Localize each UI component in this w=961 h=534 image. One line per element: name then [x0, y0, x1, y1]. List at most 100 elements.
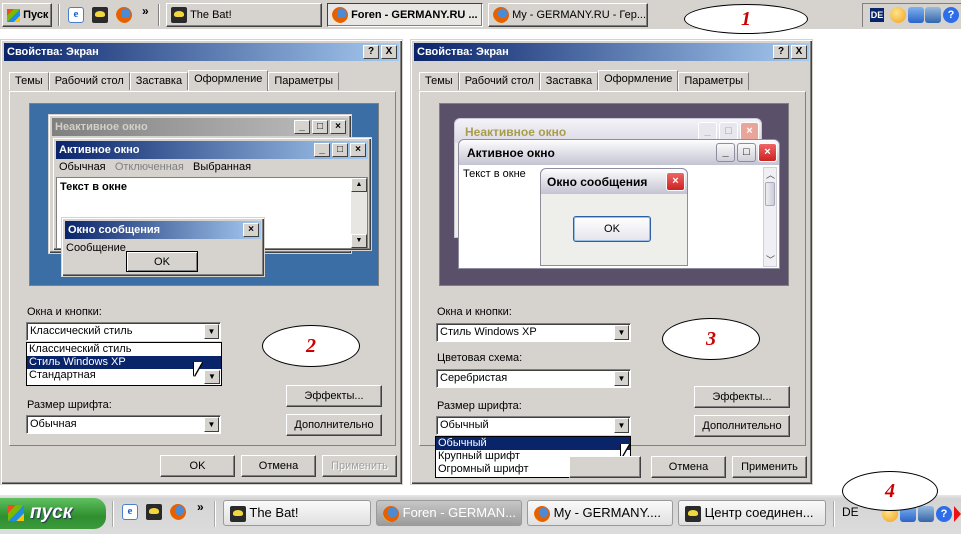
help-icon[interactable]: ?	[936, 506, 952, 522]
chevron-down-icon[interactable]: ▼	[614, 418, 629, 433]
chevron-down-icon[interactable]: ▼	[204, 370, 220, 384]
apply-button[interactable]: Применить	[732, 456, 807, 478]
task-button-connection-center[interactable]: Центр соединен...	[678, 500, 826, 526]
tab-settings[interactable]: Параметры	[268, 72, 339, 90]
help-button[interactable]: ?	[363, 45, 379, 59]
windows-buttons-dropdown[interactable]: Классический стиль Стиль Windows XP Стан…	[26, 342, 222, 386]
tab-screensaver[interactable]: Заставка	[539, 72, 599, 90]
network-icon-2[interactable]	[925, 7, 941, 23]
windows-buttons-label: Окна и кнопки:	[27, 306, 102, 318]
windows-logo-icon	[8, 505, 24, 521]
cancel-button[interactable]: Отмена	[241, 455, 316, 477]
bat-icon[interactable]	[146, 504, 162, 520]
advanced-button[interactable]: Дополнительно	[694, 415, 790, 437]
font-size-select[interactable]: Обычная ▼	[26, 415, 221, 434]
scroll-down-icon: ﹀	[766, 255, 776, 265]
language-indicator[interactable]: DE	[870, 8, 884, 22]
close-icon: ×	[666, 172, 685, 191]
task-button-my-germany[interactable]: My - GERMANY.RU - Гер...	[488, 3, 648, 27]
tab-strip: Темы Рабочий стол Заставка Оформление Параме…	[9, 70, 339, 91]
quicklaunch-divider	[58, 4, 60, 26]
top-taskbar: Пуск e » The Bat! Foren - GERMANY.RU ...…	[0, 0, 961, 30]
callout-2: 2	[262, 325, 360, 367]
close-button[interactable]: X	[381, 45, 397, 59]
preview-message-box: Окно сообщения × Сообщение OK	[61, 217, 265, 277]
close-button[interactable]: X	[791, 45, 807, 59]
tab-themes[interactable]: Темы	[9, 72, 49, 90]
tab-appearance[interactable]: Оформление	[188, 70, 269, 91]
mouse-cursor-icon	[194, 362, 202, 376]
close-icon: ×	[758, 143, 777, 162]
windows-buttons-select[interactable]: Стиль Windows XP ▼	[436, 323, 631, 342]
ok-button-partial[interactable]	[569, 456, 641, 478]
windows-logo-icon	[7, 8, 20, 22]
task-button-foren[interactable]: Foren - GERMAN...	[376, 500, 522, 526]
windows-buttons-label: Окна и кнопки:	[437, 306, 512, 318]
chevron-down-icon[interactable]: ▼	[204, 417, 219, 432]
color-scheme-select[interactable]: Серебристая ▼	[436, 369, 631, 388]
cancel-button[interactable]: Отмена	[651, 456, 726, 478]
effects-button[interactable]: Эффекты...	[286, 385, 382, 407]
font-size-select[interactable]: Обычный ▼	[436, 416, 631, 435]
ok-button[interactable]: OK	[160, 455, 235, 477]
language-indicator[interactable]: DE	[842, 505, 859, 519]
dropdown-option[interactable]: Стандартная	[27, 369, 221, 382]
dialog-title-bar: Свойства: Экран ? X	[414, 43, 809, 61]
firefox-icon[interactable]	[170, 504, 186, 520]
callout-4: 4	[842, 471, 938, 511]
internet-explorer-icon[interactable]: e	[68, 7, 84, 23]
dropdown-option[interactable]: Классический стиль	[27, 343, 221, 356]
scroll-up-icon: ▲	[351, 178, 367, 192]
minimize-icon: _	[294, 120, 310, 134]
chevron-down-icon[interactable]: ▼	[204, 324, 219, 339]
tab-screensaver[interactable]: Заставка	[129, 72, 189, 90]
task-button-thebat[interactable]: The Bat!	[223, 500, 371, 526]
preview-ok-button: OK	[126, 251, 198, 272]
task-button-thebat[interactable]: The Bat!	[166, 3, 322, 27]
start-button-xp[interactable]: пуск	[0, 498, 106, 529]
apply-button: Применить	[322, 455, 397, 477]
start-button-classic[interactable]: Пуск	[2, 3, 52, 27]
effects-button[interactable]: Эффекты...	[694, 386, 790, 408]
dropdown-option-selected[interactable]: Стиль Windows XP	[27, 356, 221, 369]
internet-explorer-icon[interactable]: e	[122, 504, 138, 520]
tab-desktop[interactable]: Рабочий стол	[458, 72, 540, 90]
help-icon[interactable]: ?	[943, 7, 959, 23]
firefox-icon	[493, 7, 509, 24]
bat-icon[interactable]	[92, 7, 108, 23]
network-icon[interactable]	[908, 7, 924, 23]
red-arrow-icon[interactable]	[954, 506, 961, 522]
close-icon: ×	[243, 223, 259, 237]
chevron-icon[interactable]: »	[142, 4, 149, 18]
maximize-icon: □	[737, 143, 756, 162]
scroll-thumb	[765, 182, 775, 206]
firefox-icon[interactable]	[116, 7, 132, 23]
task-button-my-germany[interactable]: My - GERMANY....	[527, 500, 673, 526]
taskbar-divider	[214, 501, 216, 527]
tab-appearance[interactable]: Оформление	[598, 70, 679, 91]
bat-icon	[685, 505, 701, 522]
firefox-icon	[383, 505, 399, 522]
minimize-icon: _	[716, 143, 735, 162]
tab-themes[interactable]: Темы	[419, 72, 459, 90]
tray-orange-icon[interactable]	[890, 7, 906, 23]
tab-desktop[interactable]: Рабочий стол	[48, 72, 130, 90]
firefox-icon	[332, 7, 348, 24]
task-button-foren[interactable]: Foren - GERMANY.RU ...	[327, 3, 483, 27]
dropdown-option-selected[interactable]: Обычный	[436, 437, 630, 450]
font-size-label: Размер шрифта:	[27, 399, 112, 411]
close-icon: ×	[330, 120, 346, 134]
help-button[interactable]: ?	[773, 45, 789, 59]
bat-icon	[230, 505, 246, 522]
chevron-down-icon[interactable]: ▼	[614, 371, 629, 386]
tab-settings[interactable]: Параметры	[678, 72, 749, 90]
chevron-down-icon[interactable]: ▼	[614, 325, 629, 340]
firefox-icon	[534, 505, 550, 522]
windows-buttons-select[interactable]: Классический стиль ▼	[26, 322, 221, 341]
preview-scrollbar: ︿ ﹀	[763, 167, 777, 267]
advanced-button[interactable]: Дополнительно	[286, 414, 382, 436]
network-icon-2[interactable]	[918, 506, 934, 522]
preview-message-box: Окно сообщения × OK	[540, 168, 688, 266]
chevron-icon[interactable]: »	[197, 500, 204, 514]
appearance-preview: Неактивное окно _ □ × Активное окно _ □ …	[439, 103, 789, 286]
